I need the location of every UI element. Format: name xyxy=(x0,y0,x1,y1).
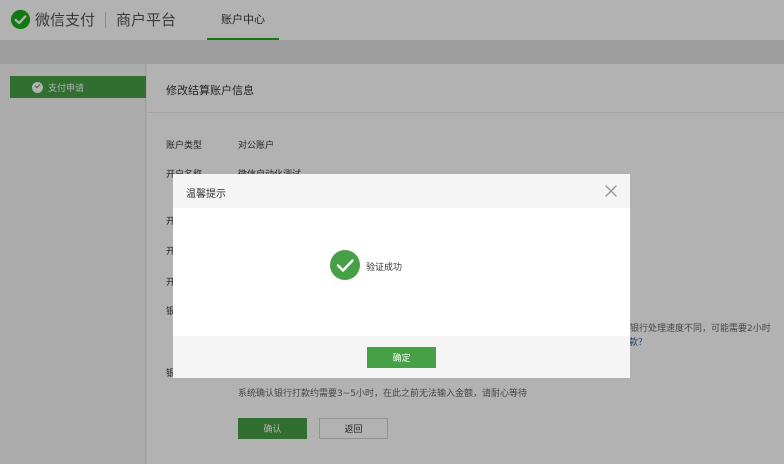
dialog-title: 温馨提示 xyxy=(186,189,226,200)
dialog-body: 验证成功 xyxy=(173,208,630,336)
check-circle-icon xyxy=(330,250,360,280)
close-icon[interactable] xyxy=(604,184,618,198)
success-message: 验证成功 xyxy=(366,263,403,273)
dialog-footer: 确定 xyxy=(173,336,630,378)
dialog-header: 温馨提示 xyxy=(173,174,630,208)
notice-dialog: 温馨提示 验证成功 确定 xyxy=(173,174,630,378)
ok-button[interactable]: 确定 xyxy=(367,347,436,368)
